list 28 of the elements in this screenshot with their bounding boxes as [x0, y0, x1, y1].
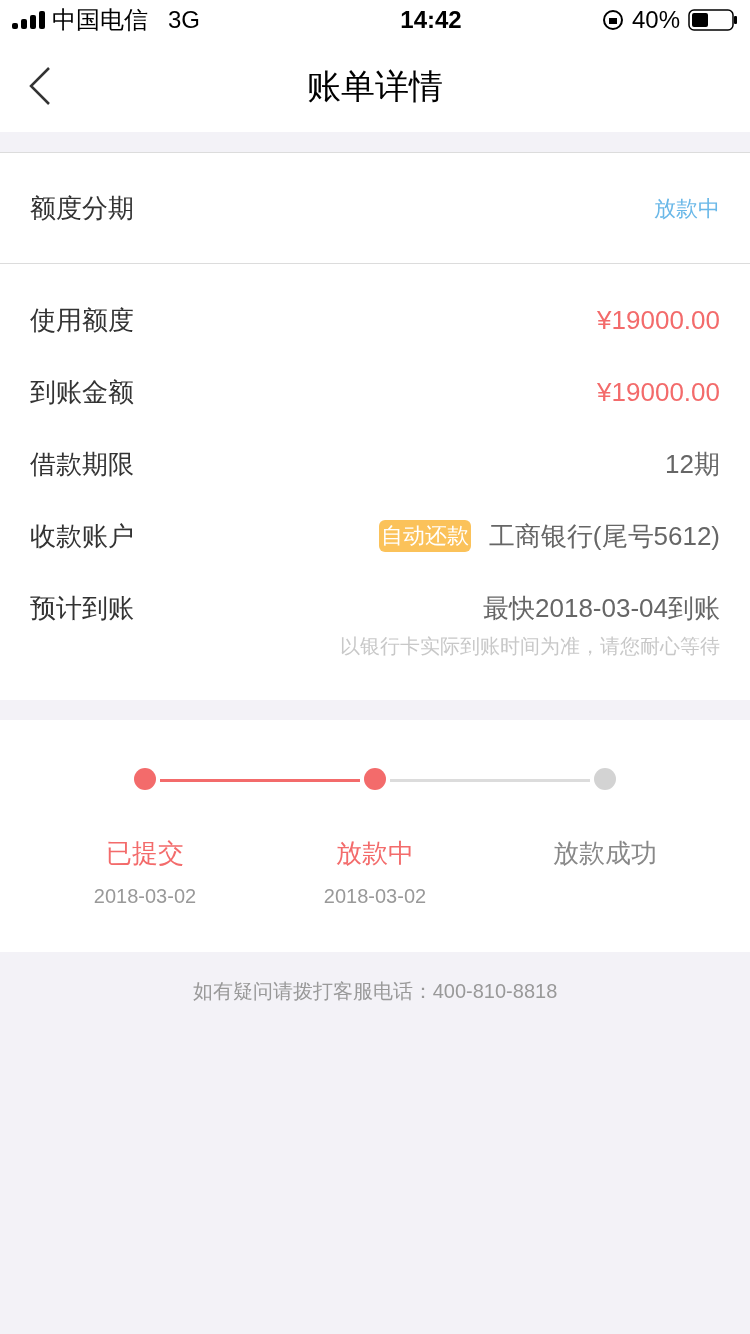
row-value: ¥19000.00 [597, 304, 720, 337]
row-label: 收款账户 [30, 520, 134, 553]
row-value: 工商银行(尾号5612) [488, 520, 720, 553]
back-icon [29, 67, 51, 105]
step-date: 2018-03-02 [323, 884, 427, 909]
step-label: 放款成功 [553, 837, 657, 870]
network-type: 3G [168, 5, 200, 35]
battery-icon [688, 9, 738, 31]
step-date: 2018-03-02 [93, 884, 197, 909]
support-hotline: 如有疑问请拨打客服电话：400-810-8818 [191, 979, 559, 1004]
status-time: 14:42 [400, 5, 462, 35]
row-value: 12期 [665, 448, 720, 481]
auto-repay-tag: 自动还款 [378, 520, 471, 552]
row-label: 预计到账 [30, 592, 134, 625]
row-value: 最快2018-03-04到账 [483, 592, 720, 625]
carrier-name: 中国电信 [52, 5, 148, 35]
row-value: ¥19000.00 [597, 376, 720, 409]
row-label: 借款期限 [30, 448, 134, 481]
row-label: 使用额度 [30, 304, 134, 337]
battery-percent: 40% [631, 5, 680, 35]
row-label: 到账金额 [30, 376, 134, 409]
loan-status: 放款中 [654, 194, 720, 223]
rotation-lock-icon [601, 9, 624, 31]
step-label: 已提交 [106, 837, 184, 870]
signal-icon [12, 11, 46, 29]
loan-type: 额度分期 [30, 191, 134, 225]
step-label: 放款中 [336, 837, 414, 870]
page-title: 账单详情 [307, 65, 443, 107]
